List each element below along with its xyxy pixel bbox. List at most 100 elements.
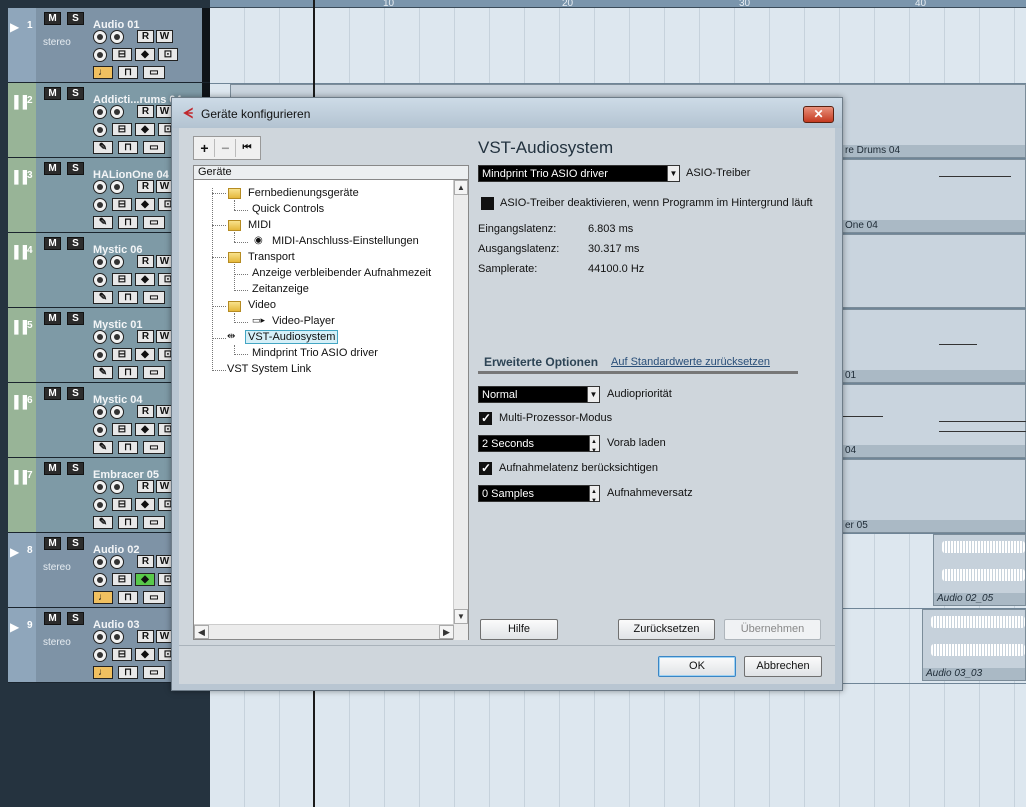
solo-button[interactable]: S xyxy=(67,387,84,400)
lock-icon[interactable]: ⊓ xyxy=(118,516,138,529)
lock-icon[interactable]: ⊓ xyxy=(118,141,138,154)
folder-lanes-icon[interactable]: ▭ xyxy=(143,516,165,529)
audio-part-02[interactable]: Audio 02_05 xyxy=(933,534,1026,606)
track-color-strip[interactable]: ▐▐ 2 xyxy=(8,83,36,157)
tree-item-midi[interactable]: MIDI xyxy=(248,219,271,231)
mute-button[interactable]: M xyxy=(44,612,61,625)
solo-button[interactable]: S xyxy=(67,237,84,250)
read-button[interactable]: R xyxy=(137,405,154,418)
eq-icon[interactable]: ◆ xyxy=(135,198,155,211)
audio-priority-select[interactable]: Normal ▼ xyxy=(478,386,600,403)
pencil-icon[interactable]: ✎ xyxy=(93,291,113,304)
folder-lanes-icon[interactable]: ▭ xyxy=(143,441,165,454)
reset-device-button[interactable]: ⏮ xyxy=(237,139,257,157)
record-enable-icon[interactable] xyxy=(93,330,107,344)
lock-icon[interactable]: ⊓ xyxy=(118,216,138,229)
lane-icon[interactable]: ♩ xyxy=(93,66,113,79)
mute-button[interactable]: M xyxy=(44,312,61,325)
read-button[interactable]: R xyxy=(137,480,154,493)
solo-button[interactable]: S xyxy=(67,12,84,25)
tree-item-remote-devices[interactable]: Fernbedienungsgeräte xyxy=(248,187,359,199)
tree-vertical-scrollbar[interactable]: ▲ ▼ xyxy=(453,180,468,640)
folder-lanes-icon[interactable]: ▭ xyxy=(143,591,165,604)
eq-icon[interactable]: ◆ xyxy=(135,573,155,586)
eq-icon[interactable]: ◆ xyxy=(135,123,155,136)
insert-icon[interactable]: ⊟ xyxy=(112,348,132,361)
tree-item-asio-driver[interactable]: Mindprint Trio ASIO driver xyxy=(252,347,378,359)
mute-button[interactable]: M xyxy=(44,387,61,400)
scroll-down-icon[interactable]: ▼ xyxy=(454,609,468,624)
tree-item-video[interactable]: Video xyxy=(248,299,276,311)
edit-channel-icon[interactable] xyxy=(93,648,107,662)
solo-button[interactable]: S xyxy=(67,462,84,475)
record-enable-icon[interactable] xyxy=(93,180,107,194)
eq-icon[interactable]: ◆ xyxy=(135,648,155,661)
solo-button[interactable]: S xyxy=(67,537,84,550)
eq-icon[interactable]: ◆ xyxy=(135,273,155,286)
track-color-strip[interactable]: ▐▐ 5 xyxy=(8,308,36,382)
monitor-icon[interactable] xyxy=(110,555,124,569)
tree-item-time-display[interactable]: Zeitanzeige xyxy=(252,283,309,295)
tree-item-vst-system-link[interactable]: VST System Link xyxy=(227,363,311,375)
lane-icon[interactable]: ♩ xyxy=(93,591,113,604)
multiprocessor-checkbox[interactable] xyxy=(479,411,492,425)
folder-lanes-icon[interactable]: ▭ xyxy=(143,666,165,679)
read-button[interactable]: R xyxy=(137,30,154,43)
close-button[interactable]: ✕ xyxy=(803,106,834,123)
track-color-strip[interactable]: ▶ 8 xyxy=(8,533,36,607)
device-tree[interactable]: Fernbedienungsgeräte Quick Controls MIDI… xyxy=(193,180,469,640)
record-enable-icon[interactable] xyxy=(93,30,107,44)
edit-channel-icon[interactable] xyxy=(93,198,107,212)
solo-button[interactable]: S xyxy=(67,612,84,625)
record-latency-checkbox[interactable] xyxy=(479,461,492,475)
ok-button[interactable]: OK xyxy=(658,656,736,677)
preload-spinner[interactable]: 2 Seconds xyxy=(478,434,600,460)
tree-horizontal-scrollbar[interactable]: ◀ ▶ xyxy=(194,624,454,639)
monitor-icon[interactable] xyxy=(110,405,124,419)
mute-button[interactable]: M xyxy=(44,162,61,175)
apply-button[interactable]: Übernehmen xyxy=(724,619,821,640)
edit-channel-icon[interactable] xyxy=(93,123,107,137)
scroll-right-icon[interactable]: ▶ xyxy=(439,625,454,639)
tree-item-video-player[interactable]: Video-Player xyxy=(272,315,335,327)
record-offset-spinner[interactable]: 0 Samples xyxy=(478,484,600,510)
track-color-strip[interactable]: ▐▐ 3 xyxy=(8,158,36,232)
record-enable-icon[interactable] xyxy=(93,405,107,419)
insert-icon[interactable]: ⊟ xyxy=(112,48,132,61)
insert-icon[interactable]: ⊟ xyxy=(112,423,132,436)
record-enable-icon[interactable] xyxy=(93,555,107,569)
read-button[interactable]: R xyxy=(137,180,154,193)
folder-lanes-icon[interactable]: ▭ xyxy=(143,366,165,379)
eq-icon[interactable]: ◆ xyxy=(135,48,155,61)
record-enable-icon[interactable] xyxy=(93,480,107,494)
insert-icon[interactable]: ⊟ xyxy=(112,648,132,661)
tree-item-transport[interactable]: Transport xyxy=(248,251,295,263)
track-color-strip[interactable]: ▐▐ 6 xyxy=(8,383,36,457)
edit-channel-icon[interactable] xyxy=(93,273,107,287)
read-button[interactable]: R xyxy=(137,630,154,643)
add-device-button[interactable]: + xyxy=(195,139,215,157)
monitor-icon[interactable] xyxy=(110,630,124,644)
lane-icon[interactable]: ♩ xyxy=(93,666,113,679)
read-button[interactable]: R xyxy=(137,105,154,118)
record-enable-icon[interactable] xyxy=(93,255,107,269)
insert-icon[interactable]: ⊟ xyxy=(112,198,132,211)
pencil-icon[interactable]: ✎ xyxy=(93,366,113,379)
pencil-icon[interactable]: ✎ xyxy=(93,141,113,154)
insert-icon[interactable]: ⊟ xyxy=(112,123,132,136)
insert-icon[interactable]: ⊟ xyxy=(112,573,132,586)
spin-arrows-icon[interactable] xyxy=(589,484,599,510)
solo-button[interactable]: S xyxy=(67,87,84,100)
insert-icon[interactable]: ⊟ xyxy=(112,498,132,511)
record-enable-icon[interactable] xyxy=(93,105,107,119)
lock-icon[interactable]: ⊓ xyxy=(118,441,138,454)
read-button[interactable]: R xyxy=(137,555,154,568)
edit-channel-icon[interactable] xyxy=(93,573,107,587)
monitor-icon[interactable] xyxy=(110,30,124,44)
track-color-strip[interactable]: ▶ 1 xyxy=(8,8,36,82)
mute-button[interactable]: M xyxy=(44,462,61,475)
edit-channel-icon[interactable] xyxy=(93,423,107,437)
spin-arrows-icon[interactable] xyxy=(589,434,599,460)
dialog-titlebar[interactable]: ᗕ Geräte konfigurieren ✕ xyxy=(172,98,842,128)
deactivate-asio-checkbox[interactable] xyxy=(481,197,494,210)
